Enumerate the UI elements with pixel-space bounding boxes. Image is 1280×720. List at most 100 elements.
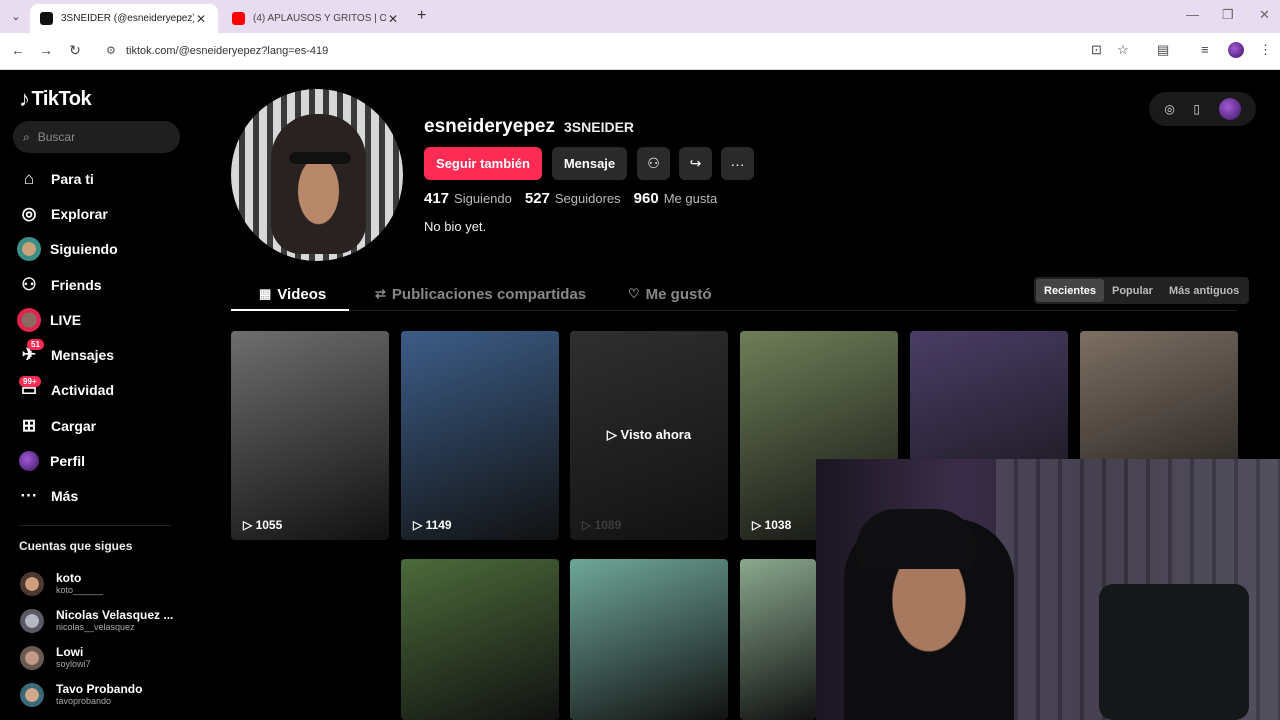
youtube-favicon-icon [232, 12, 245, 25]
tab-label: Me gustó [645, 285, 712, 303]
bookmark-star-icon[interactable]: ☆ [1117, 42, 1129, 58]
account-name: Lowi [56, 644, 84, 659]
following-account[interactable]: Nicolas Velasquez ... nicolas__velasquez [20, 602, 173, 639]
sidebar-item-label: Friends [51, 276, 102, 293]
user-avatar[interactable] [1218, 98, 1241, 120]
mobile-device-icon[interactable]: ▯ [1193, 102, 1200, 116]
video-thumbnail[interactable] [401, 559, 559, 720]
tab-search-chevron-icon[interactable]: ⌄ [6, 6, 26, 26]
account-avatar [20, 571, 44, 596]
more-options-icon[interactable]: ··· [721, 147, 754, 180]
window-close-icon[interactable]: ✕ [1259, 7, 1270, 23]
browser-tab-active[interactable]: 3SNEIDER (@esneideryepez) | T ✕ [30, 4, 218, 33]
site-info-icon[interactable]: ⚙ [106, 44, 116, 57]
sidebar-item-siguiendo[interactable]: Siguiendo [0, 232, 200, 267]
repost-icon: ⇄ [375, 286, 386, 301]
message-button[interactable]: Mensaje [552, 147, 627, 180]
friends-icon: ⚇ [21, 274, 37, 294]
forward-icon[interactable]: → [37, 42, 55, 58]
following-count[interactable]: 417 [424, 190, 449, 207]
profile-bio: No bio yet. [424, 219, 487, 234]
minimize-icon[interactable]: — [1186, 7, 1199, 22]
browser-tab-inactive[interactable]: (4) APLAUSOS Y GRITOS | OVAC ✕ [222, 4, 410, 33]
tiktok-note-icon: ♪ [19, 86, 30, 111]
video-thumbnail[interactable]: ▷ Visto ahora ▷ 1089 [570, 331, 728, 540]
media-controls-icon[interactable]: ≡ [1201, 42, 1209, 57]
following-account[interactable]: koto koto______ [20, 565, 173, 602]
account-name: Tavo Probando [56, 681, 143, 696]
webcam-gaming-chair [1099, 584, 1249, 720]
address-bar[interactable]: ⚙ tiktok.com/@esneideryepez?lang=es-419 [98, 38, 1142, 64]
sidebar-item-mensajes[interactable]: ✈ 51 Mensajes [0, 337, 200, 372]
new-tab-icon[interactable]: + [417, 7, 426, 25]
followers-label[interactable]: Seguidores [555, 191, 621, 206]
video-thumbnail[interactable] [570, 559, 728, 720]
browser-toolbar: ← → ↻ ⚙ tiktok.com/@esneideryepez?lang=e… [0, 33, 1280, 70]
follow-back-button[interactable]: Seguir también [424, 147, 542, 180]
close-tab-icon[interactable]: ✕ [386, 12, 400, 26]
account-handle: soylowi7 [56, 658, 91, 669]
view-count: ▷ 1055 [243, 518, 283, 532]
sidebar-item-live[interactable]: LIVE [0, 302, 200, 337]
avatar-portrait [271, 114, 366, 254]
sidebar-item-label: Perfil [50, 453, 86, 470]
account-name: Nicolas Velasquez ... [56, 607, 174, 622]
following-avatar [17, 237, 41, 262]
tiktok-page: ♪ TikTok ⌕ Buscar ⌂ Para ti ◎ Explorar S… [0, 70, 1280, 720]
following-account[interactable]: Lowi soylowi7 [20, 639, 173, 676]
video-thumbnail[interactable]: ▷ 1149 [401, 331, 559, 540]
sidebar-item-label: Para ti [51, 170, 94, 187]
following-section-title: Cuentas que sigues [19, 539, 133, 553]
sidebar-item-label: Más [51, 488, 79, 505]
add-friend-icon[interactable]: ⚇ [637, 147, 670, 180]
sidebar-item-explorar[interactable]: ◎ Explorar [0, 196, 200, 231]
watched-now-label: ▷ Visto ahora [606, 427, 692, 442]
upload-icon: ⊞ [21, 415, 37, 435]
sort-recent-option[interactable]: Recientes [1036, 279, 1104, 302]
close-tab-icon[interactable]: ✕ [194, 12, 208, 26]
profile-nickname: 3SNEIDER [564, 119, 635, 135]
reload-icon[interactable]: ↻ [66, 42, 84, 59]
sidebar-item-label: Cargar [51, 417, 97, 434]
tab-videos[interactable]: ▦ Videos [259, 277, 326, 311]
sidebar-item-perfil[interactable]: Perfil [0, 443, 200, 478]
compass-icon[interactable]: ◎ [1164, 102, 1174, 116]
account-handle: nicolas__velasquez [56, 621, 135, 632]
profile-avatar-large[interactable] [231, 89, 403, 261]
sidebar-item-cargar[interactable]: ⊞ Cargar [0, 408, 200, 443]
likes-label: Me gusta [663, 191, 718, 206]
liked-icon: ♡ [628, 286, 640, 301]
brand-name: TikTok [31, 87, 92, 110]
tab-liked[interactable]: ♡ Me gustó [628, 277, 712, 311]
sidebar-item-label: Mensajes [51, 347, 115, 364]
search-input[interactable]: ⌕ Buscar [13, 121, 180, 153]
share-icon[interactable]: ↪ [679, 147, 712, 180]
following-label[interactable]: Siguiendo [454, 191, 512, 206]
browser-menu-icon[interactable]: ⋮ [1259, 42, 1272, 58]
tiktok-favicon-icon [40, 12, 53, 25]
profile-stats: 417 Siguiendo 527 Seguidores 960 Me gust… [424, 190, 730, 207]
tab-label: Videos [277, 285, 327, 303]
following-list: koto koto______ Nicolas Velasquez ... nico… [20, 565, 173, 713]
restore-icon[interactable]: ❐ [1222, 7, 1234, 23]
search-icon: ⌕ [23, 129, 30, 144]
following-account[interactable]: Tavo Probando tavoprobando [20, 676, 173, 713]
sidebar-item-para-ti[interactable]: ⌂ Para ti [0, 161, 200, 196]
sidebar-item-mas[interactable]: ··· Más [0, 479, 200, 514]
tiktok-logo[interactable]: ♪ TikTok [19, 86, 92, 112]
video-thumbnail[interactable]: ▷ 1055 [231, 331, 389, 540]
install-app-icon[interactable]: ⊡ [1091, 42, 1102, 58]
sort-oldest-option[interactable]: Más antiguos [1161, 279, 1247, 302]
back-icon[interactable]: ← [9, 42, 27, 58]
reading-mode-icon[interactable]: ▤ [1157, 42, 1169, 58]
sidebar-item-friends[interactable]: ⚇ Friends [0, 267, 200, 302]
browser-profile-avatar[interactable] [1228, 42, 1244, 58]
video-thumbnail[interactable] [740, 559, 816, 720]
tab-reposts[interactable]: ⇄ Publicaciones compartidas [375, 277, 586, 311]
view-count: ▷ 1149 [413, 518, 452, 532]
view-count: ▷ 1038 [752, 518, 792, 532]
sort-popular-option[interactable]: Popular [1104, 279, 1161, 302]
tab-title: (4) APLAUSOS Y GRITOS | OVAC [253, 13, 386, 24]
sidebar-item-actividad[interactable]: ▭ 99+ Actividad [0, 373, 200, 408]
followers-count[interactable]: 527 [525, 190, 550, 207]
